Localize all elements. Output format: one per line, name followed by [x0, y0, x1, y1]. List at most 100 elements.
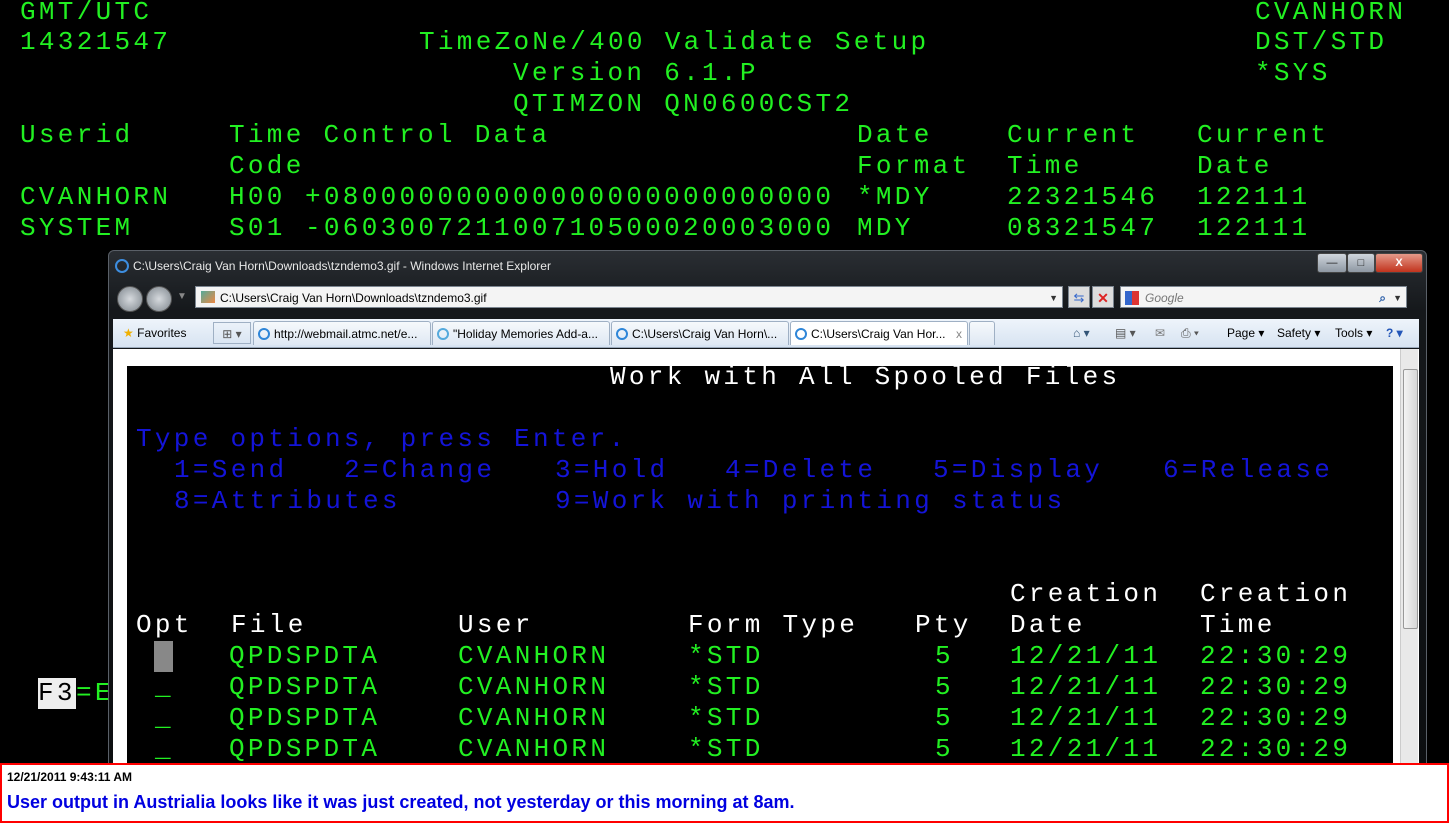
f3-key[interactable]: F3: [38, 678, 76, 709]
spool-cell-time: 22:30:29: [1200, 734, 1352, 764]
tab-label: http://webmail.atmc.net/e...: [274, 327, 418, 341]
terminal-cell-date: 122111: [1197, 182, 1311, 212]
search-icon[interactable]: ⌕: [1379, 287, 1386, 309]
gmt-time: 14321547: [20, 27, 172, 57]
recent-pages-dropdown-icon[interactable]: ▼: [177, 291, 187, 302]
help-icon[interactable]: ? ▾: [1386, 319, 1403, 347]
hdr-time: Time: [1007, 151, 1083, 181]
option-release: 6=Release: [1163, 455, 1334, 485]
tab-webmail[interactable]: http://webmail.atmc.net/e...: [253, 321, 431, 345]
terminal-cell-data: +080000000000000000000000000: [305, 182, 835, 212]
ie-page-icon: [795, 328, 807, 340]
screen-title: TimeZoNe/400 Validate Setup: [419, 27, 930, 57]
spool-cell-pty: 5: [935, 703, 954, 733]
spool-cell-file: QPDSPDTA: [229, 703, 381, 733]
safety-menu[interactable]: Safety ▾: [1277, 319, 1320, 347]
spool-cell-form: *STD: [688, 672, 764, 702]
instructions: Type options, press Enter.: [136, 424, 628, 454]
option-input[interactable]: _: [155, 672, 174, 703]
star-icon: ★: [123, 326, 134, 340]
option-input[interactable]: _: [155, 734, 174, 765]
quick-tabs-icon[interactable]: ⊞ ▾: [213, 322, 251, 344]
col-user: User: [458, 610, 534, 640]
refresh-icon[interactable]: ⇆: [1068, 286, 1090, 308]
address-text: C:\Users\Craig Van Horn\Downloads\tzndem…: [220, 291, 487, 305]
hdr-date: Date: [857, 120, 933, 150]
terminal-cell-userid: CVANHORN: [20, 182, 172, 212]
minimize-button[interactable]: —: [1317, 253, 1347, 273]
spool-title: Work with All Spooled Files: [610, 362, 1121, 392]
spool-cell-time: 22:30:29: [1200, 703, 1352, 733]
col-creation-date-2: Date: [1010, 610, 1086, 640]
option-input[interactable]: _: [155, 703, 174, 734]
option-work-printing: 9=Work with printing status: [555, 486, 1066, 516]
terminal-cell-format: *MDY: [857, 182, 933, 212]
spool-cell-user: CVANHORN: [458, 734, 610, 764]
gmt-label: GMT/UTC: [20, 0, 153, 27]
hdr-format: Format: [857, 151, 971, 181]
tab-label: C:\Users\Craig Van Hor...: [811, 327, 946, 341]
address-bar[interactable]: C:\Users\Craig Van Horn\Downloads\tzndem…: [195, 286, 1063, 308]
favorites-button[interactable]: ★ Favorites: [123, 319, 186, 347]
back-button[interactable]: [117, 286, 143, 312]
tab-bar: ★ Favorites ⊞ ▾ http://webmail.atmc.net/…: [113, 319, 1419, 348]
hdr-code: Code: [229, 151, 305, 181]
hdr-userid: Userid: [20, 120, 134, 150]
tab-holiday-memories[interactable]: "Holiday Memories Add-a...: [432, 321, 610, 345]
terminal-cell-userid: SYSTEM: [20, 213, 134, 243]
mail-icon[interactable]: ✉: [1155, 319, 1165, 347]
spool-cell-file: QPDSPDTA: [229, 641, 381, 671]
ie-page-icon: [616, 328, 628, 340]
spool-cell-pty: 5: [935, 672, 954, 702]
favorites-label: Favorites: [137, 326, 187, 340]
option-display: 5=Display: [933, 455, 1104, 485]
hdr-tcd: Time Control Data: [229, 120, 551, 150]
scrollbar-thumb[interactable]: [1403, 369, 1418, 629]
option-hold: 3=Hold: [555, 455, 669, 485]
option-send: 1=Send: [174, 455, 288, 485]
note-message: User output in Austrialia looks like it …: [7, 792, 795, 812]
tab-label: "Holiday Memories Add-a...: [453, 327, 598, 341]
maximize-button[interactable]: □: [1347, 253, 1375, 273]
spool-cell-date: 12/21/11: [1010, 672, 1162, 702]
window-title: C:\Users\Craig Van Horn\Downloads\tzndem…: [133, 259, 551, 273]
version: Version 6.1.P: [513, 58, 759, 88]
hdr-current: Current: [1197, 120, 1330, 150]
new-tab-button[interactable]: [969, 321, 995, 345]
spool-cell-date: 12/21/11: [1010, 703, 1162, 733]
spool-cell-user: CVANHORN: [458, 703, 610, 733]
tab-tzndemo[interactable]: C:\Users\Craig Van Horn\...: [611, 321, 789, 345]
tab-label: C:\Users\Craig Van Horn\...: [632, 327, 778, 341]
col-form-type: Form Type: [688, 610, 859, 640]
search-dropdown-icon[interactable]: ▼: [1393, 287, 1402, 309]
terminal-cell-format: MDY: [857, 213, 914, 243]
tools-menu[interactable]: Tools ▾: [1335, 319, 1372, 347]
spool-cell-user: CVANHORN: [458, 641, 610, 671]
feeds-icon[interactable]: ▤ ▾: [1115, 319, 1136, 347]
close-button[interactable]: X: [1375, 253, 1423, 273]
vertical-scrollbar[interactable]: [1400, 349, 1418, 771]
close-tab-icon[interactable]: x: [956, 322, 962, 345]
note-timestamp: 12/21/2011 9:43:11 AM: [7, 770, 132, 784]
spool-cell-date: 12/21/11: [1010, 641, 1162, 671]
google-logo-icon: [1125, 291, 1139, 305]
page-menu[interactable]: Page ▾: [1227, 319, 1264, 347]
terminal-cell-code: H00: [229, 182, 286, 212]
address-dropdown-icon[interactable]: ▼: [1049, 287, 1058, 309]
terminal-cell-data: -060300721100710500020003000: [305, 213, 835, 243]
spool-cell-pty: 5: [935, 641, 954, 671]
forward-button[interactable]: [146, 286, 172, 312]
spool-cell-time: 22:30:29: [1200, 672, 1352, 702]
print-icon[interactable]: ⎙ ▾: [1181, 319, 1199, 347]
tab-tzndemo3-active[interactable]: C:\Users\Craig Van Hor... x: [790, 321, 968, 345]
cursor[interactable]: [154, 641, 173, 672]
spool-cell-file: QPDSPDTA: [229, 734, 381, 764]
terminal-cell-date: 122111: [1197, 213, 1311, 243]
stop-icon[interactable]: ✕: [1092, 286, 1114, 308]
terminal-cell-time: 08321547: [1007, 213, 1159, 243]
home-icon[interactable]: ⌂ ▾: [1073, 319, 1090, 347]
terminal-cell-time: 22321546: [1007, 182, 1159, 212]
image-file-icon: [201, 291, 215, 303]
search-input[interactable]: Google ⌕ ▼: [1120, 286, 1407, 308]
spool-cell-form: *STD: [688, 703, 764, 733]
